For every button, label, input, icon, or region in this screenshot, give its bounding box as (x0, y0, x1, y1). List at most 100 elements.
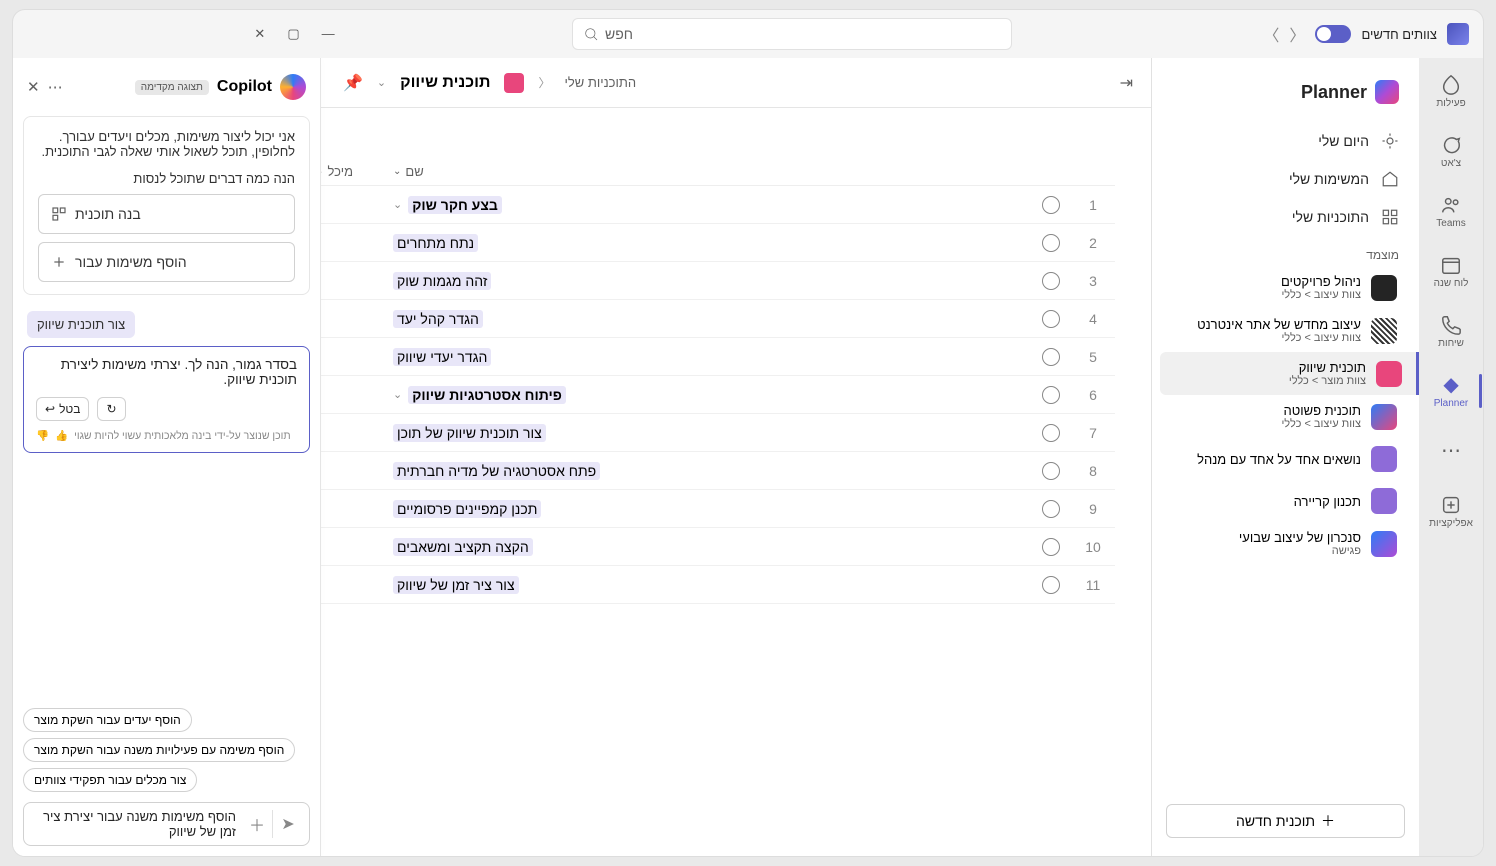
pin-icon[interactable]: 📌 (343, 73, 363, 93)
suggestion-1[interactable]: הוסף יעדים עבור השקת מוצר (23, 708, 192, 732)
collapse-sidebar-icon[interactable]: ⇥ (1120, 73, 1133, 93)
send-icon[interactable]: ➤ (273, 814, 303, 834)
task-name-cell: פתח אסטרטגיה של מדיה חברתית (393, 462, 1031, 480)
rail-activity[interactable]: פעילות (1421, 64, 1481, 118)
rail-chat[interactable]: צ'אט (1421, 124, 1481, 178)
plan-icon (1371, 446, 1397, 472)
chevron-icon: 〈 (538, 74, 550, 91)
task-complete-circle[interactable] (1042, 500, 1060, 518)
planner-header: Planner (1152, 72, 1419, 122)
plan-subtitle: צוות מוצר > כללי (1289, 375, 1366, 387)
plan-icon (1371, 488, 1397, 514)
task-name: נתח מתחרים (393, 234, 478, 252)
history-nav: 〈 〉 (1263, 22, 1305, 46)
task-complete-circle[interactable] (1042, 386, 1060, 404)
plan-item[interactable]: תוכנית שיווקצוות מוצר > כללי (1160, 352, 1419, 395)
copilot-more-icon[interactable]: ⋯ (48, 78, 63, 96)
rail-teams[interactable]: Teams (1421, 184, 1481, 238)
thumbs-up-icon[interactable]: 👍 (55, 429, 68, 442)
plan-subtitle: צוות עיצוב > כללי (1281, 418, 1361, 430)
task-name: צור תוכנית שיווק של תוכן (393, 424, 546, 442)
task-complete-circle[interactable] (1042, 424, 1060, 442)
attach-icon[interactable]: ＋ (242, 812, 272, 836)
maximize-icon[interactable]: ▢ (287, 26, 299, 42)
expand-icon[interactable]: ⌄ (393, 198, 402, 211)
nav-forward-icon[interactable]: 〉 (1263, 22, 1279, 46)
copilot-title: Copilot (217, 78, 272, 96)
task-complete-circle[interactable] (1042, 234, 1060, 252)
task-name-cell: הגדר יעדי שיווק (393, 348, 1031, 366)
task-name: בצע חקר שוק (408, 196, 502, 214)
app-window: צוותים חדשים 〈 〉 חפש — ▢ ✕ פעילות צ'אט T… (13, 10, 1483, 856)
breadcrumb[interactable]: התוכניות שלי (564, 75, 636, 90)
close-icon[interactable]: ✕ (254, 26, 265, 42)
nav-back-icon[interactable]: 〈 (1289, 22, 1305, 46)
planner-app-icon (1375, 80, 1399, 104)
plan-subtitle: צוות עיצוב > כללי (1197, 332, 1361, 344)
task-name-cell: צור ציר זמן של שיווק (393, 576, 1031, 594)
plan-item[interactable]: סנכרון של עיצוב שבועיפגישה (1160, 522, 1411, 565)
task-complete-circle[interactable] (1042, 272, 1060, 290)
task-complete-circle[interactable] (1042, 196, 1060, 214)
plan-name: סנכרון של עיצוב שבועי (1239, 530, 1361, 545)
copilot-action-add[interactable]: הוסף משימות עבור (38, 242, 295, 282)
task-name-cell: זהה מגמות שוק (393, 272, 1031, 290)
plan-item[interactable]: עיצוב מחדש של אתר אינטרנטצוות עיצוב > כל… (1160, 309, 1411, 352)
thumbs-down-icon[interactable]: 👎 (36, 429, 49, 442)
task-name: הגדר יעדי שיווק (393, 348, 491, 366)
copilot-undo-button[interactable]: בטל ↩ (36, 397, 89, 421)
task-index: 3 (1071, 273, 1115, 289)
suggestion-2[interactable]: הוסף משימה עם פעילויות משנה עבור השקת מו… (23, 738, 295, 762)
plan-name: תוכנית שיווק (1289, 360, 1366, 375)
task-complete-circle[interactable] (1042, 538, 1060, 556)
plan-item[interactable]: תוכנית פשוטהצוות עיצוב > כללי (1160, 395, 1411, 438)
task-index: 5 (1071, 349, 1115, 365)
composer-text[interactable]: הוסף משימות משנה עבור יצירת ציר זמן של ש… (30, 809, 242, 839)
copilot-close-icon[interactable]: ✕ (27, 78, 40, 96)
plan-item[interactable]: ניהול פרויקטיםצוות עיצוב > כללי (1160, 266, 1411, 309)
global-search[interactable]: חפש (572, 18, 1012, 50)
plan-name: תכנון קריירה (1294, 494, 1361, 509)
col-name[interactable]: שם ⌄ (393, 164, 1031, 179)
rail-calls[interactable]: שיחות (1421, 304, 1481, 358)
task-name-cell: פיתוח אסטרטגיות שיווק ⌄ (393, 386, 1031, 404)
plan-icon (1371, 404, 1397, 430)
copilot-regenerate-button[interactable]: ↻ (97, 397, 125, 421)
copilot-composer[interactable]: ➤ ＋ הוסף משימות משנה עבור יצירת ציר זמן … (23, 802, 310, 846)
new-teams-toggle[interactable] (1315, 25, 1351, 43)
task-complete-circle[interactable] (1042, 462, 1060, 480)
suggestion-3[interactable]: צור מכלים עבור תפקידי צוותים (23, 768, 197, 792)
task-name-cell: תכנן קמפיינים פרסומיים (393, 500, 1031, 518)
task-complete-circle[interactable] (1042, 310, 1060, 328)
plan-dropdown-icon[interactable]: ⌄ (377, 76, 386, 89)
task-index: 2 (1071, 235, 1115, 251)
rail-planner[interactable]: ◆Planner (1421, 364, 1481, 418)
task-complete-circle[interactable] (1042, 576, 1060, 594)
plan-name: תוכנית פשוטה (1281, 403, 1361, 418)
search-placeholder: חפש (605, 26, 633, 42)
new-plan-button[interactable]: ＋תוכנית חדשה (1166, 804, 1405, 838)
nav-my-day[interactable]: היום שלי (1152, 122, 1419, 160)
task-index: 8 (1071, 463, 1115, 479)
task-complete-circle[interactable] (1042, 348, 1060, 366)
rail-apps[interactable]: אפליקציות (1421, 484, 1481, 538)
nav-my-tasks[interactable]: המשימות שלי (1152, 160, 1419, 198)
expand-icon[interactable]: ⌄ (393, 388, 402, 401)
minimize-icon[interactable]: — (322, 26, 335, 42)
plan-item[interactable]: תכנון קריירה (1160, 480, 1411, 522)
plan-name: ניהול פרויקטים (1281, 274, 1361, 289)
copilot-suggestions: הוסף יעדים עבור השקת מוצר הוסף משימה עם … (13, 708, 320, 792)
copilot-response: בסדר גמור, הנה לך. יצרתי משימות ליצירת ת… (23, 346, 310, 453)
nav-my-plans[interactable]: התוכניות שלי (1152, 198, 1419, 236)
plan-item[interactable]: נושאים אחד על אחד עם מנהל (1160, 438, 1411, 480)
rail-more[interactable]: ⋯ (1421, 424, 1481, 478)
plan-icon (1371, 531, 1397, 557)
plan-icon (1371, 275, 1397, 301)
task-name: פתח אסטרטגיה של מדיה חברתית (393, 462, 600, 480)
copilot-action-build[interactable]: בנה תוכנית (38, 194, 295, 234)
task-index: 9 (1071, 501, 1115, 517)
task-name-cell: נתח מתחרים (393, 234, 1031, 252)
plan-color-chip (504, 73, 524, 93)
rail-calendar[interactable]: לוח שנה (1421, 244, 1481, 298)
plan-icon (1376, 361, 1402, 387)
